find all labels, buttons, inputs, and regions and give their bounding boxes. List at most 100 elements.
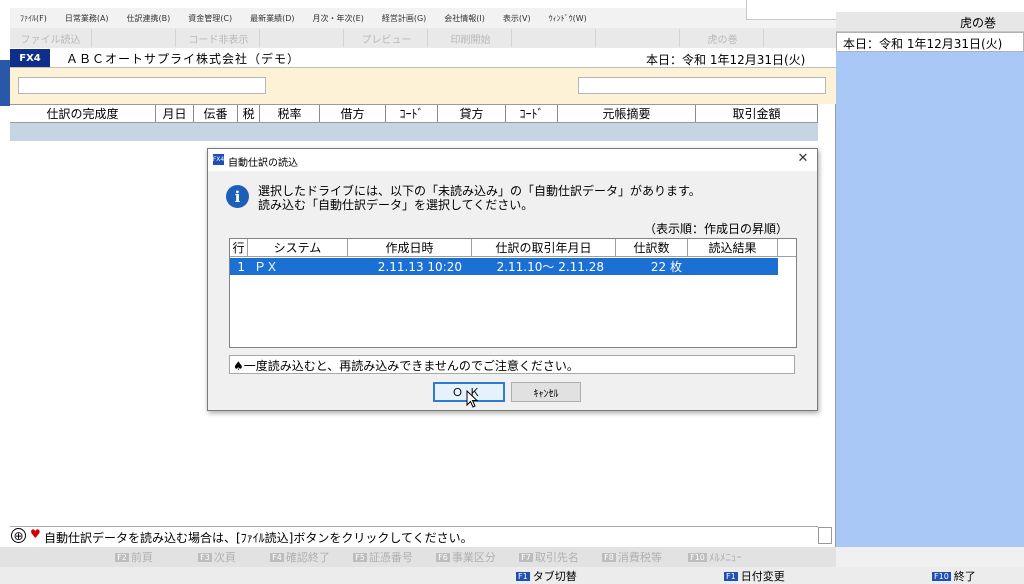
fkey-text: ﾒﾙﾒﾆｭｰ xyxy=(708,551,742,564)
fkey-label: F10 xyxy=(688,552,707,562)
col-tax: 税 xyxy=(238,105,260,122)
menu-daily[interactable]: 日常業務(A) xyxy=(65,13,109,24)
filter-input-left[interactable] xyxy=(18,77,266,94)
fkey-consumption-tax[interactable]: F8 消費税等 xyxy=(591,548,673,566)
crosshair-icon: ⊕ xyxy=(11,528,26,543)
right-panel xyxy=(836,0,1024,584)
filter-input-right[interactable] xyxy=(578,77,826,94)
col-tax-rate: 税率 xyxy=(260,105,320,122)
file-read-button[interactable]: ファイル読込 xyxy=(10,29,92,47)
key-label: F1 xyxy=(516,571,530,581)
row-date-range: 2.11.10～ 2.11.28 xyxy=(496,260,604,274)
menu-latest-results[interactable]: 最新業績(D) xyxy=(250,13,294,24)
list-col-created: 作成日時 xyxy=(348,239,472,256)
tora-label[interactable]: 虎の巻 xyxy=(960,14,996,31)
print-start-button[interactable]: 印刷開始 xyxy=(430,29,512,47)
col-date: 月日 xyxy=(156,105,194,122)
heart-icon: ♥ xyxy=(30,527,41,541)
fkey-label: F7 xyxy=(519,552,533,562)
fkey-label: F8 xyxy=(602,552,616,562)
dialog-title-bar xyxy=(208,149,817,171)
list-col-date-range: 仕訳の取引年月日 xyxy=(472,239,616,256)
col-completion: 仕訳の完成度 xyxy=(10,105,156,122)
menu-bar: ﾌｧｲﾙ(F) 日常業務(A) 仕訳連携(B) 資金管理(C) 最新業績(D) … xyxy=(10,8,836,28)
left-accent-strip xyxy=(0,60,10,106)
row-system: ＰＸ xyxy=(254,260,279,274)
col-credit: 貸方 xyxy=(438,105,506,122)
key-label: F10 xyxy=(932,571,951,581)
col-credit-code: ｺｰﾄﾞ xyxy=(506,105,558,122)
fkey-business-division[interactable]: F6 事業区分 xyxy=(425,548,507,566)
fkey-text: 前頁 xyxy=(130,551,153,564)
right-panel-top xyxy=(836,0,1024,12)
code-hide-button[interactable]: コード非表示 xyxy=(178,29,260,47)
list-col-system: システム xyxy=(248,239,348,256)
title-bar xyxy=(0,0,836,8)
company-name: ＡＢＣオートサプライ株式会社（デモ） xyxy=(66,52,301,66)
toolbar-slot-8[interactable] xyxy=(598,29,680,47)
menu-company-info[interactable]: 会社情報(I) xyxy=(444,13,485,24)
fkey-text: 消費税等 xyxy=(617,551,662,564)
fkey-label: F6 xyxy=(436,552,450,562)
col-debit: 借方 xyxy=(320,105,386,122)
row-result xyxy=(688,258,778,275)
popup-fragment xyxy=(746,0,836,20)
toolbar: ファイル読込 コード非表示 プレビュー 印刷開始 虎の巻 xyxy=(10,28,836,48)
fkey-next-page[interactable]: F3 次頁 xyxy=(176,548,258,566)
cancel-button[interactable]: ｷｬﾝｾﾙ xyxy=(511,382,581,402)
journal-grid-row[interactable] xyxy=(10,123,818,141)
fkey-text: 取引先名 xyxy=(534,551,579,564)
exit-button[interactable]: F10 終了 xyxy=(932,568,976,584)
warning-note: ♠一度読み込むと、再読み込みできませんのでご注意ください。 xyxy=(233,359,579,373)
list-col-line: 行 xyxy=(230,239,248,256)
fkey-voucher-number[interactable]: F5 証憑番号 xyxy=(342,548,424,566)
dialog-title: 自動仕訳の読込 xyxy=(228,158,298,169)
menu-file[interactable]: ﾌｧｲﾙ(F) xyxy=(20,13,47,24)
row-count: 22 枚 xyxy=(650,260,682,274)
col-amount: 取引金額 xyxy=(696,105,818,122)
menu-view[interactable]: 表示(V) xyxy=(503,13,531,24)
fkey-text: 確認終了 xyxy=(285,551,330,564)
menu-funds[interactable]: 資金管理(C) xyxy=(188,13,232,24)
menu-window[interactable]: ｳｨﾝﾄﾞｳ(W) xyxy=(549,13,587,24)
mouse-cursor-icon xyxy=(466,390,478,408)
fkey-client-name[interactable]: F7 取引先名 xyxy=(508,548,590,566)
fkey-prev-page[interactable]: F2 前頁 xyxy=(93,548,175,566)
preview-button[interactable]: プレビュー xyxy=(346,29,428,47)
date-change-button[interactable]: F1 日付変更 xyxy=(724,568,785,584)
fkey-text: 次頁 xyxy=(213,551,236,564)
today-date: 本日：令和 1年12月31日(火) xyxy=(646,53,806,67)
fkey-label: F2 xyxy=(115,552,129,562)
fkey-text: 証憑番号 xyxy=(368,551,413,564)
row-created: 2.11.13 10:20 xyxy=(377,259,462,274)
close-icon[interactable]: ✕ xyxy=(796,152,810,166)
toolbar-slot-7[interactable] xyxy=(514,29,596,47)
col-debit-code: ｺｰﾄﾞ xyxy=(386,105,438,122)
row-line: 1 xyxy=(237,259,245,274)
info-icon: i xyxy=(226,185,249,208)
fkey-text: 事業区分 xyxy=(451,551,496,564)
toolbar-slot-2[interactable] xyxy=(94,29,176,47)
app-icon: FX4 xyxy=(212,154,225,165)
key-label: F1 xyxy=(724,571,738,581)
app-badge: FX4 xyxy=(10,49,50,67)
menu-business-plan[interactable]: 経営計画(G) xyxy=(382,13,426,24)
col-ledger-memo: 元帳摘要 xyxy=(558,105,696,122)
toolbar-slot-4[interactable] xyxy=(262,29,344,47)
list-col-result: 読込結果 xyxy=(688,239,778,256)
dialog-message-line2: 読み込む「自動仕訳データ」を選択してください。 xyxy=(258,198,534,212)
fkey-label: F5 xyxy=(353,552,367,562)
list-row[interactable]: 1 ＰＸ 2.11.13 10:20 2.11.10～ 2.11.28 22 枚 xyxy=(230,258,778,275)
right-panel-footer xyxy=(836,547,1024,567)
fkey-menu[interactable]: F10 ﾒﾙﾒﾆｭｰ xyxy=(674,548,756,566)
function-key-bar: F2 前頁 F3 次頁 F4 確認終了 F5 証憑番号 F6 事業区分 F7 取引先名 F8… xyxy=(0,547,836,567)
status-text: 自動仕訳データを読み込む場合は、[ﾌｧｲﾙ読込]ボタンをクリックしてください。 xyxy=(44,531,473,545)
date-change-label: 日付変更 xyxy=(740,570,785,583)
menu-journal-link[interactable]: 仕訳連携(B) xyxy=(127,13,171,24)
sort-order-note: （表示順：作成日の昇順） xyxy=(644,222,789,236)
journal-grid-header: 仕訳の完成度 月日 伝番 税 税率 借方 ｺｰﾄﾞ 貸方 ｺｰﾄﾞ 元帳摘要 取… xyxy=(10,104,818,123)
tab-switch-button[interactable]: F1 タブ切替 xyxy=(516,568,577,584)
menu-monthly-yearly[interactable]: 月次・年次(E) xyxy=(313,13,364,24)
tora-button[interactable]: 虎の巻 xyxy=(682,29,764,47)
fkey-confirm-end[interactable]: F4 確認終了 xyxy=(259,548,341,566)
